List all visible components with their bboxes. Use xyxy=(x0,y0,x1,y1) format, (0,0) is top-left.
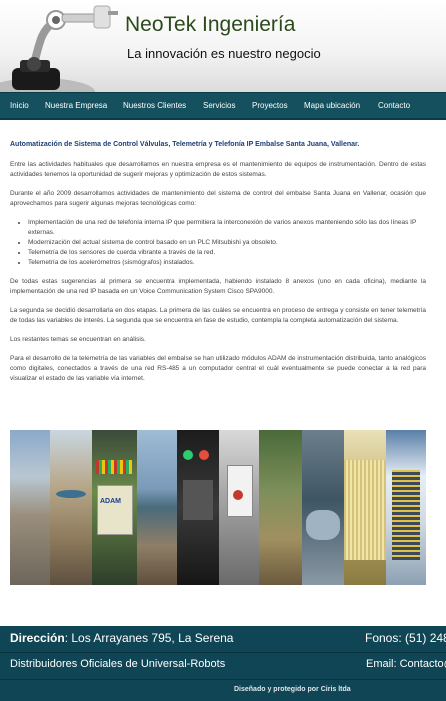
paragraph-4: La segunda se decidió desarrollarla en d… xyxy=(10,307,426,324)
photo-reservoir xyxy=(137,430,177,585)
phone-text: Fonos: (51) 248 xyxy=(365,631,446,645)
list-item: Implementación de una red de telefonía i… xyxy=(28,218,426,238)
distributors-text[interactable]: Distribuidores Oficiales de Universal-Ro… xyxy=(10,658,225,670)
credit-text[interactable]: Diseñado y protegido por Ciris ltda xyxy=(234,686,351,693)
adam-label: ADAM xyxy=(100,498,121,505)
paragraph-3: De todas estas sugerencias al primera se… xyxy=(10,278,426,295)
nav-item-nuestra-empresa[interactable]: Nuestra Empresa xyxy=(45,93,107,118)
paragraph-2: Durante el año 2009 desarrollamos activi… xyxy=(10,190,426,207)
paragraph-5: Los restantes temas se encuentran en aná… xyxy=(10,336,146,343)
address-label: Dirección xyxy=(10,631,65,645)
nav-item-inicio[interactable]: Inicio xyxy=(10,93,29,118)
article: Automatización de Sistema de Control Vál… xyxy=(10,140,426,393)
nav-item-servicios[interactable]: Servicios xyxy=(203,93,235,118)
main-nav: Inicio Nuestra Empresa Nuestros Clientes… xyxy=(0,92,446,120)
paragraph-6: Para el desarrollo de la telemetría de l… xyxy=(10,355,426,382)
list-item: Telemetría de los acelerómetros (sismógr… xyxy=(28,258,426,268)
photo-equipment xyxy=(302,430,344,585)
address-value: : Los Arrayanes 795, La Serena xyxy=(64,631,234,645)
improvements-list: Implementación de una red de telefonía i… xyxy=(10,218,426,268)
email-text[interactable]: Email: Contacto@ xyxy=(366,658,446,670)
nav-item-nuestros-clientes[interactable]: Nuestros Clientes xyxy=(123,93,186,118)
robot-arm-logo xyxy=(0,5,118,92)
brand-name[interactable]: NeoTek Ingeniería xyxy=(125,13,295,37)
photo-switch-box xyxy=(219,430,259,585)
photo-cabling xyxy=(344,430,386,585)
footer-credit-bar: Diseñado y protegido por Ciris ltda xyxy=(0,679,446,701)
project-photo-collage: ADAM xyxy=(10,430,426,585)
list-item: Telemetría de los sensores de cuerda vib… xyxy=(28,248,426,258)
photo-valley xyxy=(50,430,92,585)
footer-address-bar: Dirección: Los Arrayanes 795, La Serena … xyxy=(0,626,446,652)
list-item: Modernización del actual sistema de cont… xyxy=(28,238,426,248)
photo-dam-wall xyxy=(10,430,50,585)
site-header: NeoTek Ingeniería La innovación es nuest… xyxy=(0,0,446,92)
photo-control-panel xyxy=(177,430,219,585)
paragraph-1: Entre las actividades habituales que des… xyxy=(10,161,426,178)
photo-rack xyxy=(386,430,426,585)
nav-item-proyectos[interactable]: Proyectos xyxy=(252,93,288,118)
photo-landscape xyxy=(259,430,302,585)
nav-item-mapa-ubicacion[interactable]: Mapa ubicación xyxy=(304,93,360,118)
photo-adam-module: ADAM xyxy=(92,430,137,585)
nav-item-contacto[interactable]: Contacto xyxy=(378,93,410,118)
footer-distributors-bar: Distribuidores Oficiales de Universal-Ro… xyxy=(0,652,446,679)
tagline: La innovación es nuestro negocio xyxy=(127,46,321,61)
article-title: Automatización de Sistema de Control Vál… xyxy=(10,141,360,148)
